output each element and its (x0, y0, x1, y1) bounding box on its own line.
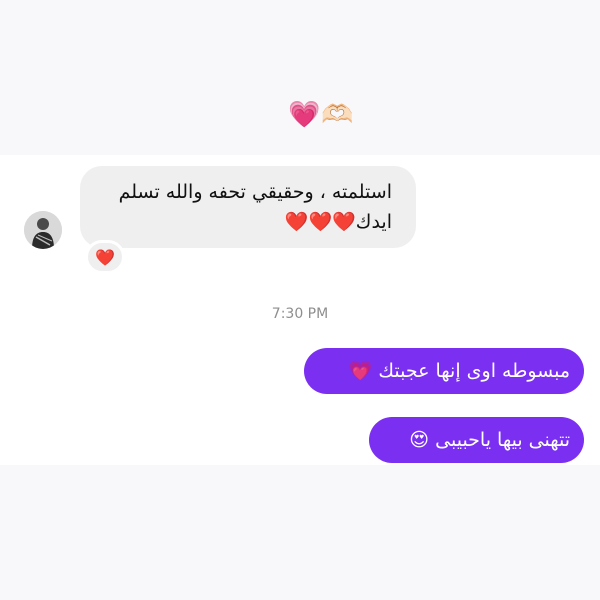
avatar[interactable] (24, 211, 62, 249)
incoming-message-bubble[interactable]: استلمته ، وحقيقي تحفه والله تسلم ايدك❤️❤… (80, 166, 416, 248)
incoming-message-line-2: ايدك❤️❤️❤️ (284, 211, 392, 233)
incoming-message-line-1: استلمته ، وحقيقي تحفه والله تسلم (118, 181, 392, 203)
outgoing-message-bubble[interactable]: مبسوطه اوى إنها عجبتك 💗 (304, 348, 584, 394)
avatar-photo-icon (24, 211, 62, 249)
outgoing-message-bubble[interactable]: تتهنى بيها ياحبيبى 😍 (369, 417, 584, 463)
heart-reaction-chip[interactable]: ❤️ (85, 240, 125, 274)
outgoing-message-text: تتهنى بيها ياحبيبى 😍 (409, 429, 570, 451)
story-reaction-emojis: 💗🫶🏻 (288, 100, 355, 130)
outgoing-message-text: مبسوطه اوى إنها عجبتك 💗 (348, 360, 570, 382)
heart-icon: ❤️ (95, 247, 115, 267)
message-timestamp: 7:30 PM (271, 306, 329, 322)
